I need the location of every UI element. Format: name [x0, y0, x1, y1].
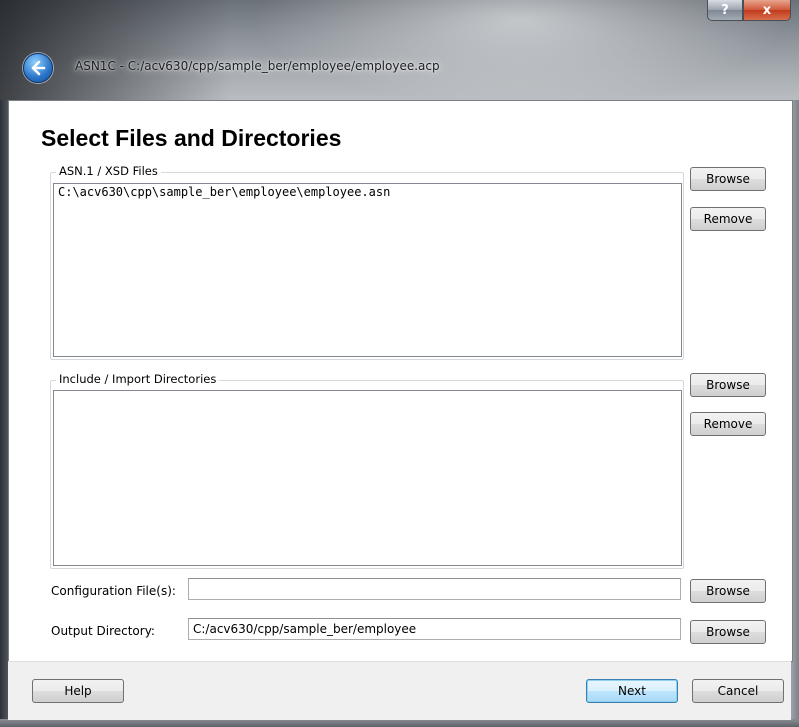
output-dir-field[interactable]: C:/acv630/cpp/sample_ber/employee	[188, 618, 681, 640]
include-dirs-list[interactable]	[53, 390, 682, 566]
window-title: ASN1C - C:/acv630/cpp/sample_ber/employe…	[75, 59, 440, 73]
config-files-field[interactable]	[188, 578, 681, 600]
asn-remove-button[interactable]: Remove	[690, 207, 766, 231]
caption-buttons: ? x	[707, 0, 791, 22]
include-browse-button[interactable]: Browse	[690, 373, 766, 397]
window-frame-bottom	[0, 719, 799, 727]
page-title: Select Files and Directories	[41, 125, 342, 151]
asn-files-list[interactable]: C:\acv630\cpp\sample_ber\employee\employ…	[53, 183, 682, 357]
config-files-label: Configuration File(s):	[51, 584, 176, 598]
help-button[interactable]: Help	[32, 679, 124, 703]
window-frame-left	[0, 100, 8, 727]
cancel-button[interactable]: Cancel	[692, 679, 784, 703]
include-remove-button[interactable]: Remove	[690, 412, 766, 436]
asn-browse-button[interactable]: Browse	[690, 167, 766, 191]
output-dir-label: Output Directory:	[51, 624, 155, 638]
help-caption-button[interactable]: ?	[707, 0, 743, 21]
list-item[interactable]: C:\acv630\cpp\sample_ber\employee\employ…	[54, 184, 681, 200]
back-button[interactable]	[23, 53, 53, 83]
back-arrow-icon	[31, 60, 46, 76]
config-browse-button[interactable]: Browse	[690, 579, 766, 603]
asn-files-label: ASN.1 / XSD Files	[56, 164, 161, 178]
output-browse-button[interactable]: Browse	[690, 620, 766, 644]
include-dirs-label: Include / Import Directories	[56, 372, 220, 386]
next-button[interactable]: Next	[586, 679, 678, 703]
title-bar: ? x ASN1C - C:/acv630/cpp/sample_ber/emp…	[0, 0, 799, 100]
close-button[interactable]: x	[743, 0, 791, 21]
